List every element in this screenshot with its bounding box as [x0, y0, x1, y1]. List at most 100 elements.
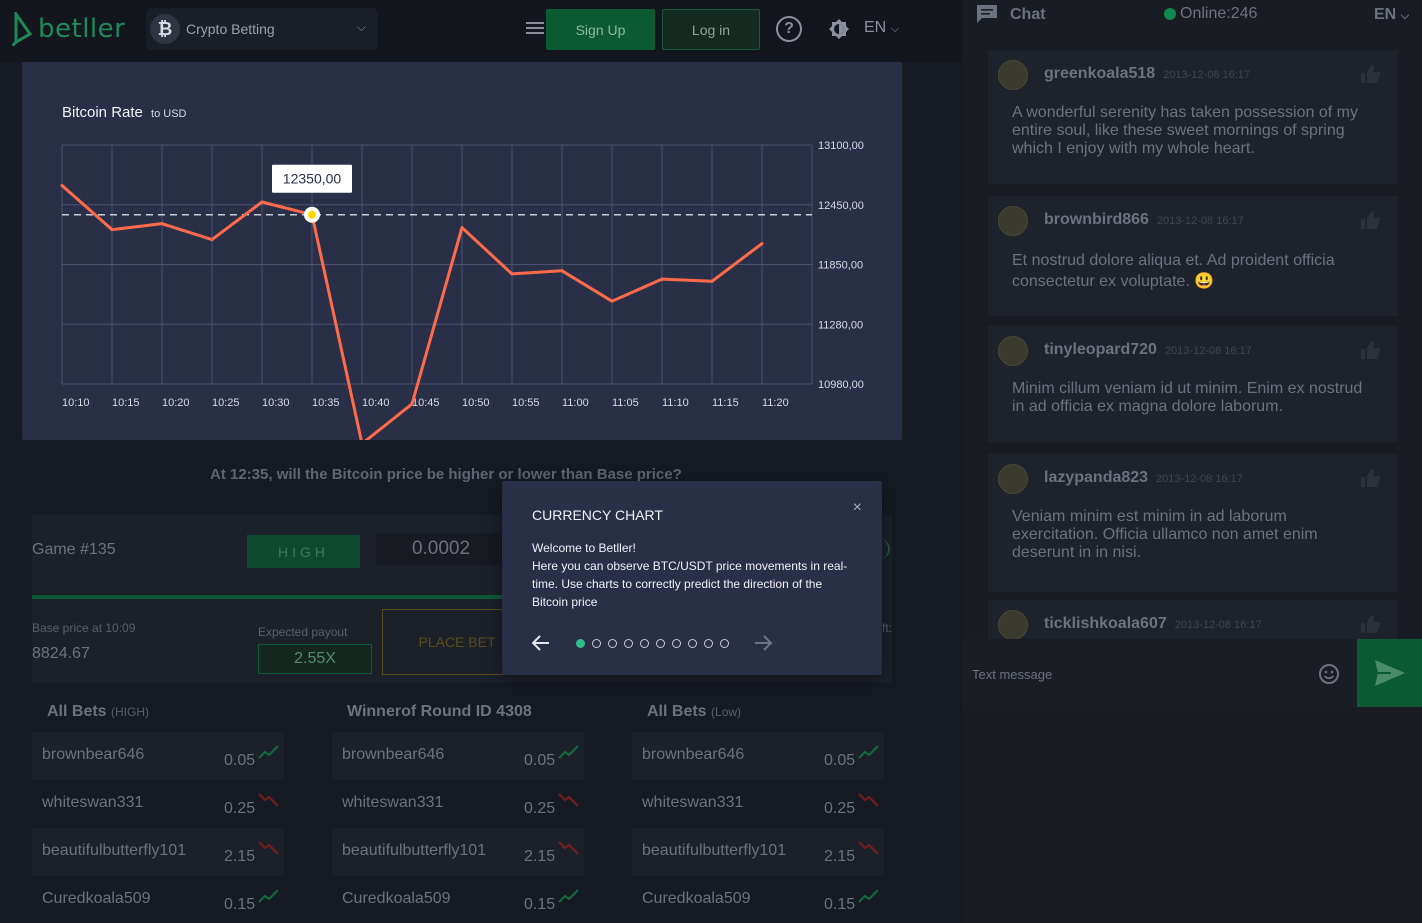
trend-up-icon: [858, 745, 879, 759]
arrow-left-icon[interactable]: [532, 633, 550, 653]
thumbs-up-icon[interactable]: [1360, 340, 1382, 360]
step-dot[interactable]: [720, 639, 729, 648]
arrow-right-icon[interactable]: [754, 633, 772, 653]
x-tick-label: 11:20: [762, 397, 789, 409]
chat-language-select[interactable]: EN ⌵: [1374, 6, 1409, 24]
theme-toggle-icon[interactable]: [828, 18, 850, 40]
chevron-down-icon: ⌵: [1400, 10, 1410, 22]
send-button[interactable]: [1357, 639, 1422, 707]
step-dots: [576, 639, 736, 648]
bet-amount: 0.15: [224, 896, 256, 913]
data-point: [60, 183, 64, 187]
x-tick-label: 10:50: [462, 397, 490, 409]
step-dot-active[interactable]: [576, 639, 585, 648]
chat-message: lazypanda823 2013-12-08 16:17 Veniam mini…: [988, 454, 1398, 592]
trend-down-icon: [558, 841, 579, 855]
chat-message: greenkoala518 2013-12-08 16:17 A wonderfu…: [988, 50, 1398, 184]
avatar: [998, 464, 1028, 494]
avatar: [998, 610, 1028, 640]
bet-user: Curedkoala509: [342, 890, 451, 907]
y-tick-label: 10980,00: [818, 379, 864, 391]
data-point: [510, 272, 514, 276]
message-time: 2013-12-08 16:17: [1164, 345, 1252, 357]
bet-row: Curedkoala509 0.15: [32, 876, 284, 923]
expected-payout-value: 2.55X: [258, 644, 372, 674]
chat-language-label: EN: [1374, 6, 1397, 23]
category-label: Crypto Betting: [186, 21, 275, 37]
trend-up-icon: [858, 889, 879, 903]
step-dot[interactable]: [688, 639, 697, 648]
bet-user: beautifulbutterfly101: [642, 842, 787, 859]
step-dot[interactable]: [672, 639, 681, 648]
chart-plot: 13100,00 12450,00 11850,00 11280,00 10980,00…: [60, 140, 864, 440]
bet-row: whiteswan331 0.25: [632, 780, 884, 828]
sign-up-button[interactable]: Sign Up: [546, 9, 655, 50]
step-dot[interactable]: [704, 639, 713, 648]
chat-message: brownbird866 2013-12-08 16:17 Et nostrud …: [988, 196, 1398, 316]
tooltip-value: 12350,00: [283, 171, 342, 187]
bets-subtitle: (HIGH): [111, 705, 150, 719]
step-dot[interactable]: [640, 639, 649, 648]
bet-row: whiteswan331 0.25: [332, 780, 584, 828]
top-header: betller ₿ Crypto Betting ⌵ Sign Up Log i…: [0, 0, 962, 62]
chat-message: ticklishkoala607 2013-12-08 16:17: [988, 600, 1398, 640]
bet-amount: 2.15: [224, 848, 256, 865]
chevron-down-icon: ⌵: [356, 20, 366, 34]
chat-header: Chat Online:246 EN ⌵: [962, 0, 1422, 30]
thumbs-up-icon[interactable]: [1360, 210, 1382, 230]
log-in-button[interactable]: Log in: [662, 9, 760, 50]
data-point: [710, 279, 714, 283]
help-icon[interactable]: ?: [776, 16, 802, 42]
thumbs-up-icon[interactable]: [1360, 468, 1382, 488]
data-point: [260, 200, 264, 204]
chat-icon: [977, 5, 997, 23]
message-username: lazypanda823: [1044, 469, 1149, 486]
modal-welcome-text: Welcome to Betller!: [532, 541, 636, 555]
chat-input-bar: [962, 639, 1422, 707]
close-icon[interactable]: ×: [853, 499, 862, 517]
bet-amount-field[interactable]: 0.0002: [376, 533, 506, 565]
x-tick-label: 11:05: [612, 397, 639, 409]
category-select[interactable]: ₿ Crypto Betting ⌵: [146, 8, 378, 50]
round-progress-fill: [32, 595, 505, 599]
chevron-down-icon: ⌵: [890, 23, 900, 35]
language-select[interactable]: EN ⌵: [864, 19, 899, 37]
message-time: 2013-12-08 16:17: [1163, 69, 1251, 81]
x-tick-label: 11:00: [562, 397, 589, 409]
online-status-dot: [1164, 8, 1176, 20]
data-point: [610, 299, 614, 303]
logo[interactable]: betller: [12, 12, 125, 46]
step-dot[interactable]: [592, 639, 601, 648]
step-dot[interactable]: [608, 639, 617, 648]
data-point: [760, 242, 764, 246]
data-point: [160, 222, 164, 226]
bet-user: Curedkoala509: [42, 890, 151, 907]
step-dot[interactable]: [656, 639, 665, 648]
x-tick-label: 10:20: [162, 397, 190, 409]
bet-user: brownbear646: [342, 746, 445, 763]
trend-down-icon: [858, 793, 879, 807]
emoji-icon[interactable]: [1318, 663, 1340, 685]
bet-amount: 2.15: [524, 848, 556, 865]
message-user: tinyleopard720 2013-12-08 16:17: [1044, 341, 1252, 359]
bets-header: All Bets (Low): [632, 700, 884, 732]
thumbs-up-icon[interactable]: [1360, 614, 1382, 634]
x-tick-label: 10:55: [512, 397, 540, 409]
bet-user: beautifulbutterfly101: [42, 842, 187, 859]
bets-column-winners: Winnerof Round ID 4308 brownbear646 0.05 …: [332, 700, 584, 923]
chat-message-input[interactable]: [972, 663, 1272, 685]
y-tick-label: 11850,00: [818, 260, 863, 272]
bets-title: All Bets: [47, 703, 107, 720]
x-tick-label: 10:15: [112, 397, 140, 409]
high-button[interactable]: HIGH: [247, 535, 360, 568]
message-text: Minim cillum veniam id ut minim. Enim ex…: [1012, 380, 1363, 415]
currency-chart-tour-modal: CURRENCY CHART × Welcome to Betller! Her…: [502, 481, 882, 675]
avatar: [998, 206, 1028, 236]
thumbs-up-icon[interactable]: [1360, 64, 1382, 84]
menu-icon[interactable]: [526, 19, 544, 37]
bet-amount: 0.05: [224, 752, 256, 769]
x-tick-label: 10:45: [412, 397, 440, 409]
step-dot[interactable]: [624, 639, 633, 648]
expected-payout-label: Expected payout: [258, 625, 348, 639]
message-username: ticklishkoala607: [1044, 615, 1167, 632]
